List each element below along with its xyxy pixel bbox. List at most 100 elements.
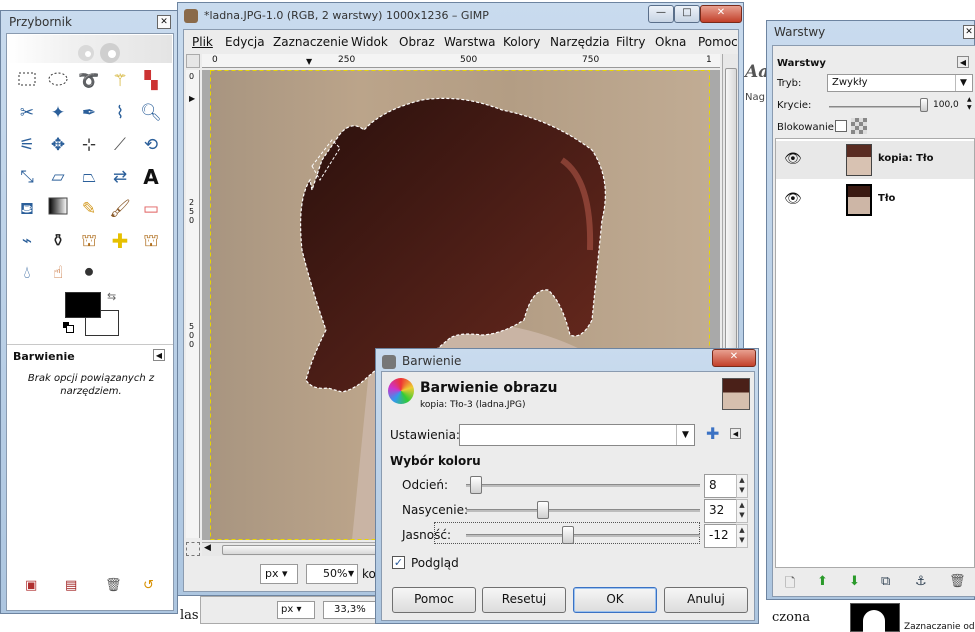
bucket-fill-icon[interactable]: ⛾	[14, 196, 40, 222]
dialog-close-button[interactable]: ✕	[712, 349, 756, 367]
preview-checkbox[interactable]: ✓	[392, 556, 405, 569]
hue-spin-arrows[interactable]: ▲ ▼	[736, 474, 748, 498]
ink-icon[interactable]: ⚱	[45, 228, 71, 254]
swap-colors-icon[interactable]: ⇆	[107, 290, 116, 303]
menu-warstwa[interactable]: Warstwa	[444, 35, 496, 49]
scissors-icon[interactable]: ✂	[14, 100, 40, 126]
flip-icon[interactable]: ⇄	[107, 164, 133, 190]
shear-icon[interactable]: ▱	[45, 164, 71, 190]
presets-dropdown-icon[interactable]: ▼	[676, 425, 694, 445]
free-select-icon[interactable]: ➰	[76, 68, 102, 94]
blend-icon[interactable]	[45, 196, 71, 222]
reset-options-icon[interactable]: ↺	[143, 578, 154, 593]
zoom-dropdown-icon[interactable]: ▼	[348, 565, 358, 583]
save-options-icon[interactable]: ▣	[25, 578, 37, 593]
dodge-burn-icon[interactable]: ⚫	[76, 260, 102, 286]
lock-pixels-checkbox[interactable]	[835, 120, 847, 132]
mode-dropdown-icon[interactable]: ▼	[955, 75, 971, 91]
menu-obraz[interactable]: Obraz	[399, 35, 435, 49]
color-picker-icon[interactable]: ⌇	[107, 100, 133, 126]
menu-kolory[interactable]: Kolory	[503, 35, 540, 49]
anchor-layer-icon[interactable]: ⚓	[915, 574, 927, 589]
scale-icon[interactable]: ⤡	[14, 164, 40, 190]
fuzzy-select-icon[interactable]: ⚚	[107, 68, 133, 94]
close-button[interactable]: ✕	[700, 5, 742, 23]
tool-options-menu-icon[interactable]: ◀	[153, 349, 165, 361]
smudge-icon[interactable]: ☝	[45, 260, 71, 286]
maximize-button[interactable]: □	[674, 5, 700, 23]
eraser-icon[interactable]: ▭	[138, 196, 164, 222]
menu-edycja[interactable]: Edycja	[225, 35, 265, 49]
paths-icon[interactable]: ✒	[76, 100, 102, 126]
toolbox-close-button[interactable]: ✕	[157, 15, 171, 29]
add-preset-icon[interactable]: ✚	[706, 424, 719, 443]
saturation-spin-arrows[interactable]: ▲ ▼	[736, 499, 748, 523]
layer-row-tlo[interactable]: 👁︎ Tło	[776, 181, 974, 219]
help-button[interactable]: Pomoc	[392, 587, 476, 613]
hue-thumb[interactable]	[470, 476, 482, 494]
paintbrush-icon[interactable]: 🖌︎	[107, 196, 133, 222]
move-icon[interactable]: ✥	[45, 132, 71, 158]
perspective-clone-icon[interactable]: ⛫	[138, 228, 164, 254]
rect-select-icon[interactable]	[14, 68, 40, 94]
raise-layer-icon[interactable]: ⬆	[817, 574, 828, 589]
visibility-eye-icon[interactable]: 👁︎	[784, 151, 802, 167]
unit-select[interactable]: px ▾	[260, 564, 298, 584]
menu-widok[interactable]: Widok	[351, 35, 388, 49]
menu-filtry[interactable]: Filtry	[616, 35, 645, 49]
scroll-left-arrow-icon[interactable]: ◀	[204, 543, 211, 553]
mode-select[interactable]: Zwykły	[827, 74, 973, 92]
opacity-spin-arrows[interactable]: ▲ ▼	[967, 96, 972, 112]
ellipse-select-icon[interactable]	[45, 68, 71, 94]
back-unit-select[interactable]: px ▾	[277, 601, 315, 619]
perspective-icon[interactable]: ⏢	[76, 164, 102, 190]
layer-name[interactable]: Tło	[878, 193, 895, 204]
visibility-eye-icon[interactable]: 👁︎	[784, 191, 802, 207]
blur-icon[interactable]: 💧︎	[14, 260, 40, 286]
new-layer-icon[interactable]: 🗋︎	[785, 574, 795, 596]
measure-icon[interactable]: ⚟	[14, 132, 40, 158]
restore-options-icon[interactable]: ▤	[65, 578, 77, 593]
reset-button[interactable]: Resetuj	[482, 587, 566, 613]
layers-close-button[interactable]: ✕	[963, 25, 975, 39]
select-by-color-icon[interactable]: ▚	[138, 68, 164, 94]
presets-combo[interactable]	[459, 424, 695, 446]
lightness-track[interactable]	[466, 534, 700, 537]
menu-zaznaczenie[interactable]: Zaznaczenie	[273, 35, 348, 49]
ok-button[interactable]: OK	[573, 587, 657, 613]
menu-narzedzia[interactable]: Narzędzia	[550, 35, 610, 49]
opacity-thumb[interactable]	[920, 98, 928, 112]
layers-tab-menu-icon[interactable]: ◀	[957, 56, 969, 68]
preview-label[interactable]: Podgląd	[411, 556, 459, 570]
rotate-icon[interactable]: ⟲	[138, 132, 164, 158]
lightness-thumb[interactable]	[562, 526, 574, 544]
zoom-icon[interactable]: 🔍︎	[138, 100, 164, 126]
menu-plik[interactable]: Plik	[192, 35, 213, 49]
lower-layer-icon[interactable]: ⬇	[849, 574, 860, 589]
saturation-thumb[interactable]	[537, 501, 549, 519]
foreground-select-icon[interactable]: ✦	[45, 100, 71, 126]
align-icon[interactable]: ⊹	[76, 132, 102, 158]
minimize-button[interactable]: —	[648, 5, 674, 23]
back-zoom-select[interactable]: 33,3%	[323, 601, 377, 619]
cancel-button[interactable]: Anuluj	[664, 587, 748, 613]
foreground-color-swatch[interactable]	[65, 292, 101, 318]
duplicate-layer-icon[interactable]: ⧉	[881, 574, 890, 589]
menu-pomoc[interactable]: Pomoc	[698, 35, 738, 49]
layer-row-kopia[interactable]: 👁︎ kopia: Tło	[776, 141, 974, 179]
default-colors-icon[interactable]	[63, 322, 74, 333]
delete-layer-icon[interactable]: 🗑︎	[949, 574, 966, 589]
clone-icon[interactable]: ⛫	[76, 228, 102, 254]
delete-options-icon[interactable]: 🗑︎	[105, 578, 122, 593]
text-tool-icon[interactable]: A	[138, 164, 164, 190]
pencil-icon[interactable]: ✎	[76, 196, 102, 222]
heal-icon[interactable]: ✚	[107, 228, 133, 254]
saturation-track[interactable]	[466, 509, 700, 512]
opacity-track[interactable]	[829, 106, 923, 108]
layer-name[interactable]: kopia: Tło	[878, 153, 933, 164]
hue-track[interactable]	[466, 484, 700, 487]
lock-alpha-icon[interactable]	[851, 118, 867, 134]
crop-icon[interactable]: ⟋	[107, 132, 133, 158]
opacity-value[interactable]: 100,0	[933, 100, 959, 110]
presets-menu-icon[interactable]: ◀	[730, 428, 741, 439]
